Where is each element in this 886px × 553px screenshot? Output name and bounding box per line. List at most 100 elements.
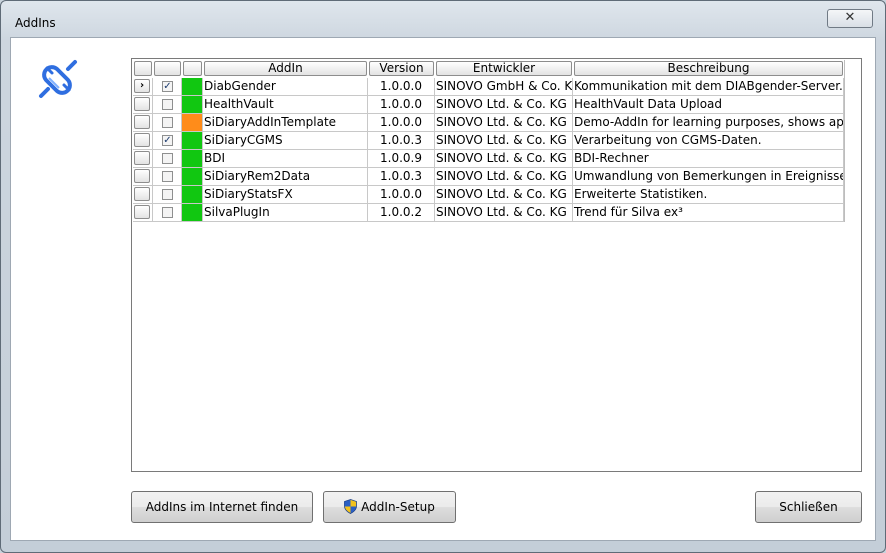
status-cell [182, 78, 203, 96]
addin-developer[interactable]: SINOVO Ltd. & Co. KG [435, 204, 573, 222]
addin-version[interactable]: 1.0.0.0 [368, 96, 435, 114]
row-selector-cell[interactable]: › [133, 78, 153, 96]
addin-description[interactable]: Trend für Silva ex³ [573, 204, 844, 222]
row-pointer-icon[interactable] [134, 133, 150, 147]
addin-description[interactable]: Kommunikation mit dem DIABgender-Server. [573, 78, 844, 96]
header-selector[interactable] [134, 61, 152, 76]
close-window-button[interactable]: ✕ [827, 9, 873, 28]
plugin-plug-icon [39, 60, 77, 98]
status-indicator [182, 150, 202, 167]
addins-grid[interactable]: AddIn Version Entwickler Beschreibung › ✓… [131, 58, 862, 472]
addin-version[interactable]: 1.0.0.2 [368, 204, 435, 222]
table-row[interactable]: SiDiaryStatsFX 1.0.0.0 SINOVO Ltd. & Co. K… [133, 186, 844, 204]
table-row[interactable]: ✓ SiDiaryCGMS 1.0.0.3 SINOVO Ltd. & Co. KG V… [133, 132, 844, 150]
status-cell [182, 96, 203, 114]
addin-description[interactable]: Erweiterte Statistiken. [573, 186, 844, 204]
status-cell [182, 186, 203, 204]
addin-name[interactable]: SiDiaryStatsFX [203, 186, 368, 204]
find-addins-online-button[interactable]: AddIns im Internet finden [131, 491, 313, 523]
addin-name[interactable]: HealthVault [203, 96, 368, 114]
table-row[interactable]: HealthVault 1.0.0.0 SINOVO Ltd. & Co. KG He… [133, 96, 844, 114]
header-addin[interactable]: AddIn [204, 61, 367, 76]
header-developer[interactable]: Entwickler [436, 61, 572, 76]
row-pointer-icon[interactable] [134, 205, 150, 219]
addin-description[interactable]: HealthVault Data Upload [573, 96, 844, 114]
close-button[interactable]: Schließen [755, 491, 862, 523]
enabled-cell[interactable] [153, 96, 182, 114]
check-icon: ✓ [163, 135, 172, 146]
header-description[interactable]: Beschreibung [574, 61, 843, 76]
status-cell [182, 150, 203, 168]
enabled-cell[interactable] [153, 204, 182, 222]
addin-developer[interactable]: SINOVO GmbH & Co. KG [435, 78, 573, 96]
addin-description[interactable]: Verarbeitung von CGMS-Daten. [573, 132, 844, 150]
addin-description[interactable]: Demo-AddIn for learning purposes, shows … [573, 114, 844, 132]
enabled-cell[interactable] [153, 186, 182, 204]
row-pointer-icon[interactable] [134, 187, 150, 201]
table-row[interactable]: › ✓ DiabGender 1.0.0.0 SINOVO GmbH & Co. KG K… [133, 78, 844, 96]
enabled-cell[interactable]: ✓ [153, 78, 182, 96]
addin-name[interactable]: DiabGender [203, 78, 368, 96]
status-indicator [182, 132, 202, 149]
row-selector-cell[interactable] [133, 114, 153, 132]
uac-shield-icon [344, 499, 358, 514]
addin-developer[interactable]: SINOVO Ltd. & Co. KG [435, 132, 573, 150]
header-enabled[interactable] [154, 61, 181, 76]
enabled-checkbox[interactable]: ✓ [162, 135, 173, 146]
enabled-checkbox[interactable] [162, 99, 173, 110]
addin-developer[interactable]: SINOVO Ltd. & Co. KG [435, 96, 573, 114]
table-row[interactable]: BDI 1.0.0.9 SINOVO Ltd. & Co. KG BDI-Rechne… [133, 150, 844, 168]
row-pointer-icon[interactable]: › [134, 79, 150, 93]
addin-developer[interactable]: SINOVO Ltd. & Co. KG [435, 186, 573, 204]
row-pointer-icon[interactable] [134, 115, 150, 129]
enabled-cell[interactable]: ✓ [153, 132, 182, 150]
row-selector-cell[interactable] [133, 186, 153, 204]
row-pointer-icon[interactable] [134, 151, 150, 165]
row-selector-cell[interactable] [133, 168, 153, 186]
table-row[interactable]: SiDiaryAddInTemplate 1.0.0.0 SINOVO Ltd. &… [133, 114, 844, 132]
addin-developer[interactable]: SINOVO Ltd. & Co. KG [435, 114, 573, 132]
addin-description[interactable]: Umwandlung von Bemerkungen in Ereignisse… [573, 168, 844, 186]
status-indicator [182, 186, 202, 203]
addin-setup-label: AddIn-Setup [361, 500, 435, 514]
enabled-checkbox[interactable]: ✓ [162, 81, 173, 92]
addin-name[interactable]: SiDiaryRem2Data [203, 168, 368, 186]
row-selector-cell[interactable] [133, 150, 153, 168]
addin-name[interactable]: BDI [203, 150, 368, 168]
addin-developer[interactable]: SINOVO Ltd. & Co. KG [435, 150, 573, 168]
addin-version[interactable]: 1.0.0.0 [368, 78, 435, 96]
enabled-cell[interactable] [153, 150, 182, 168]
grid-header-row: AddIn Version Entwickler Beschreibung [133, 60, 844, 78]
addin-setup-button[interactable]: AddIn-Setup [323, 491, 456, 523]
addin-version[interactable]: 1.0.0.0 [368, 114, 435, 132]
addin-version[interactable]: 1.0.0.3 [368, 168, 435, 186]
row-pointer-icon[interactable] [134, 97, 150, 111]
addin-name[interactable]: SiDiaryAddInTemplate [203, 114, 368, 132]
enabled-checkbox[interactable] [162, 117, 173, 128]
row-selector-cell[interactable] [133, 132, 153, 150]
row-selector-cell[interactable] [133, 204, 153, 222]
window-title: AddIns [15, 16, 56, 30]
addin-version[interactable]: 1.0.0.0 [368, 186, 435, 204]
header-status[interactable] [183, 61, 202, 76]
addin-name[interactable]: SilvaPlugIn [203, 204, 368, 222]
enabled-checkbox[interactable] [162, 171, 173, 182]
addin-version[interactable]: 1.0.0.3 [368, 132, 435, 150]
table-row[interactable]: SiDiaryRem2Data 1.0.0.3 SINOVO Ltd. & Co. … [133, 168, 844, 186]
enabled-cell[interactable] [153, 114, 182, 132]
status-indicator [182, 96, 202, 113]
addin-description[interactable]: BDI-Rechner [573, 150, 844, 168]
addin-name[interactable]: SiDiaryCGMS [203, 132, 368, 150]
enabled-checkbox[interactable] [162, 207, 173, 218]
enabled-cell[interactable] [153, 168, 182, 186]
addin-version[interactable]: 1.0.0.9 [368, 150, 435, 168]
row-selector-cell[interactable] [133, 96, 153, 114]
addin-developer[interactable]: SINOVO Ltd. & Co. KG [435, 168, 573, 186]
status-cell [182, 132, 203, 150]
row-pointer-icon[interactable] [134, 169, 150, 183]
table-row[interactable]: SilvaPlugIn 1.0.0.2 SINOVO Ltd. & Co. KG Tr… [133, 204, 844, 222]
enabled-checkbox[interactable] [162, 153, 173, 164]
enabled-checkbox[interactable] [162, 189, 173, 200]
header-version[interactable]: Version [369, 61, 434, 76]
dialog-client-area: AddIn Version Entwickler Beschreibung › ✓… [10, 37, 876, 541]
